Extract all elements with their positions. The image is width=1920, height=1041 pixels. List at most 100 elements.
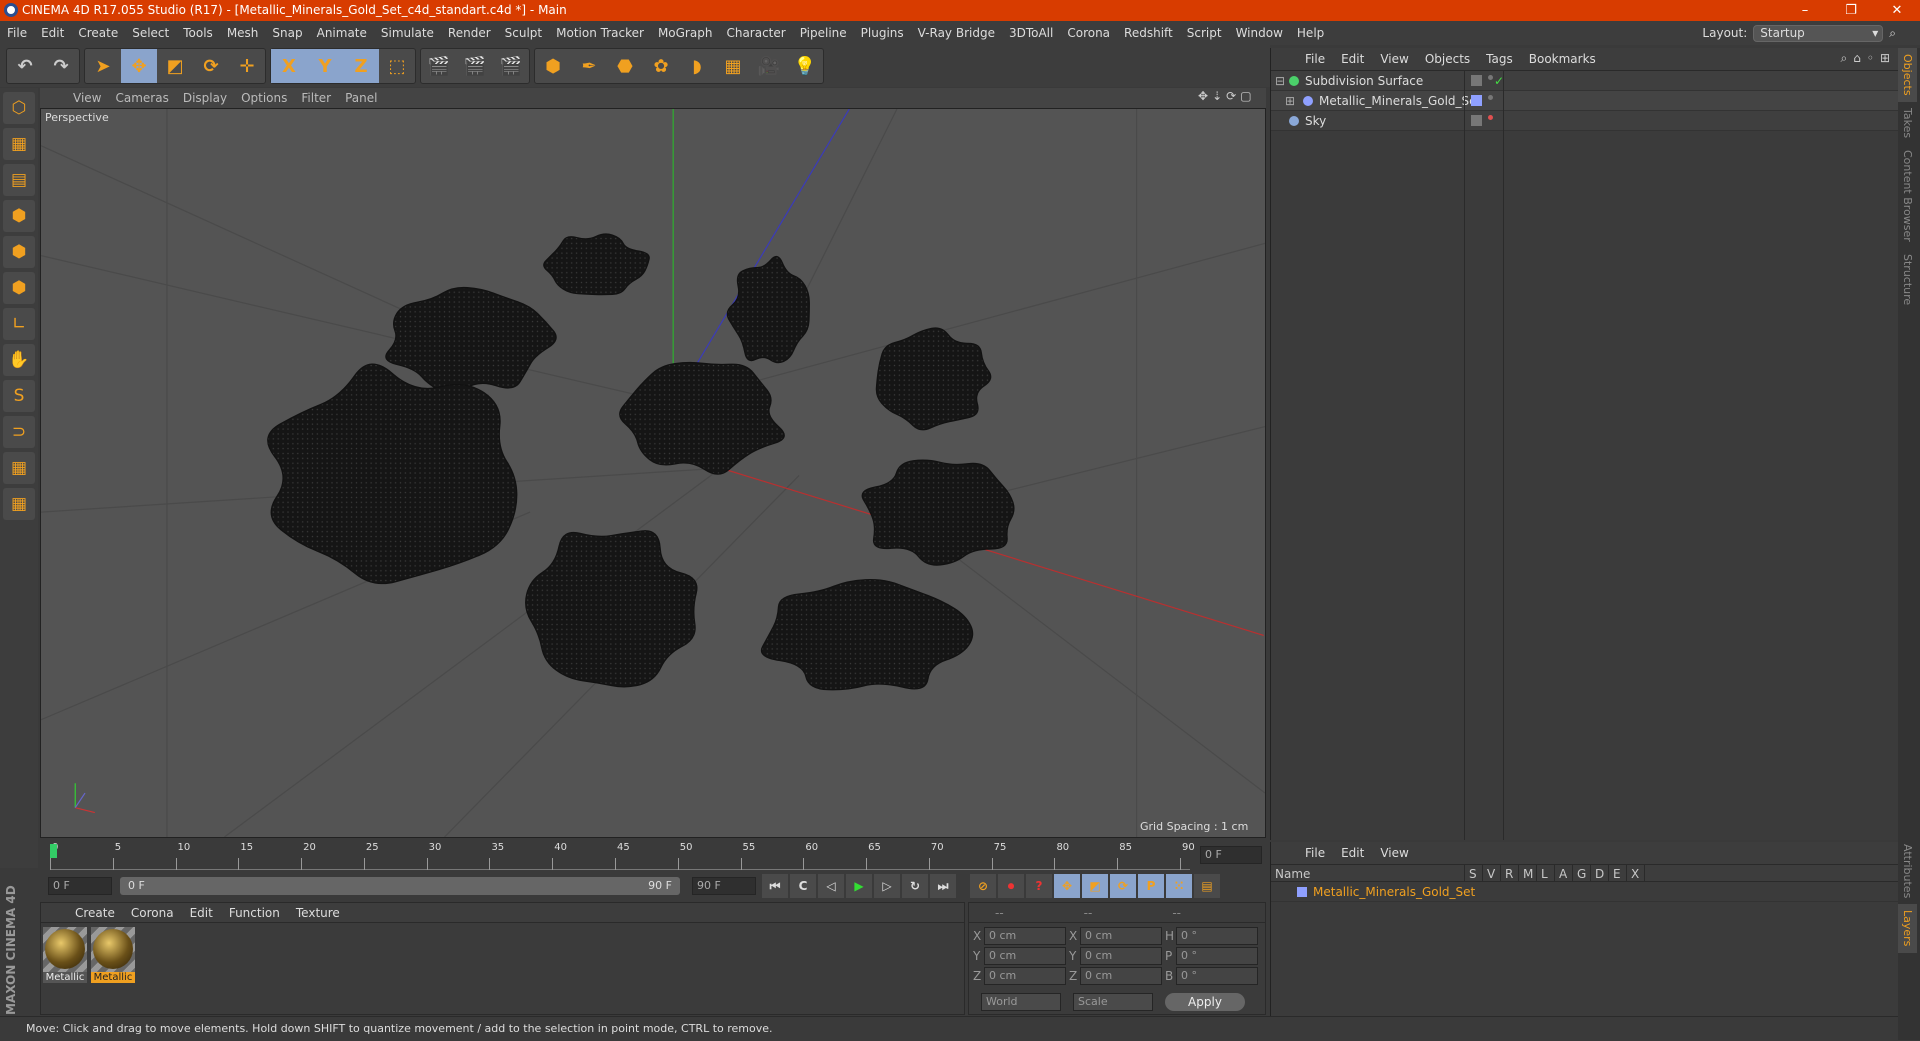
left-tool-icon[interactable]: ▦	[3, 488, 35, 520]
layer-row[interactable]: Metallic_Minerals_Gold_Set	[1271, 882, 1898, 902]
render-settings-icon[interactable]: 🎬	[493, 49, 529, 83]
minimize-button[interactable]: –	[1782, 0, 1828, 21]
transport-button[interactable]: ↻	[902, 874, 928, 898]
coord-field[interactable]: 0 cm	[984, 967, 1066, 985]
mineral-rock-mesh[interactable]	[543, 233, 650, 296]
menu-sculpt[interactable]: Sculpt	[498, 26, 549, 40]
left-tool-icon[interactable]: ⬢	[3, 236, 35, 268]
layer-menu-file[interactable]: File	[1297, 846, 1333, 860]
material-menu-texture[interactable]: Texture	[288, 906, 348, 920]
layer-name[interactable]: Metallic_Minerals_Gold_Set	[1313, 882, 1475, 902]
left-tool-icon[interactable]: ⬢	[3, 272, 35, 304]
left-tool-icon[interactable]: ∟	[3, 308, 35, 340]
object-menu-bookmarks[interactable]: Bookmarks	[1521, 52, 1604, 66]
animation-tool-button[interactable]: ◩	[1082, 874, 1108, 898]
menu-character[interactable]: Character	[719, 26, 792, 40]
left-tool-icon[interactable]: ✋	[3, 344, 35, 376]
object-menu-view[interactable]: View	[1372, 52, 1416, 66]
mineral-rock-mesh[interactable]	[726, 255, 810, 364]
layer-column-e[interactable]: E	[1609, 865, 1627, 881]
coord-field[interactable]: 0 cm	[1080, 947, 1162, 965]
render-picture-viewer-icon[interactable]: 🎬	[457, 49, 493, 83]
expand-icon[interactable]: ⊟	[1275, 71, 1285, 91]
mineral-rock-mesh[interactable]	[875, 327, 992, 431]
coord-field[interactable]: 0 °	[1176, 967, 1258, 985]
range-slider[interactable]: 0 F 90 F	[120, 877, 680, 895]
object-row[interactable]: Sky	[1271, 111, 1898, 131]
coordinate-system-icon[interactable]: ⬚	[379, 49, 415, 83]
animation-tool-button[interactable]: P	[1138, 874, 1164, 898]
transport-button[interactable]: ▷	[874, 874, 900, 898]
left-tool-icon[interactable]: ⊃	[3, 416, 35, 448]
menu-redshift[interactable]: Redshift	[1117, 26, 1180, 40]
left-tool-icon[interactable]: ⬡	[3, 92, 35, 124]
material-menu-corona[interactable]: Corona	[123, 906, 182, 920]
visibility-dots[interactable]	[1488, 75, 1493, 80]
side-tab-attributes[interactable]: Attributes	[1898, 838, 1917, 904]
viewport-menu-panel[interactable]: Panel	[338, 91, 384, 105]
new-window-icon[interactable]: ⊞	[1880, 51, 1890, 66]
animation-tool-button[interactable]: ▤	[1194, 874, 1220, 898]
menu-render[interactable]: Render	[441, 26, 498, 40]
menu-3dtoall[interactable]: 3DToAll	[1002, 26, 1060, 40]
cube-icon[interactable]: ⬢	[535, 49, 571, 83]
side-tab-content-browser[interactable]: Content Browser	[1898, 144, 1917, 248]
mineral-rock-mesh[interactable]	[385, 286, 557, 395]
render-view-icon[interactable]: 🎬	[421, 49, 457, 83]
menu-select[interactable]: Select	[125, 26, 176, 40]
layer-column-d[interactable]: D	[1591, 865, 1609, 881]
expand-icon[interactable]: ⊞	[1285, 91, 1295, 111]
layer-menu-edit[interactable]: Edit	[1333, 846, 1372, 860]
left-tool-icon[interactable]: ▤	[3, 164, 35, 196]
menu-create[interactable]: Create	[71, 26, 125, 40]
viewport-nav-icon[interactable]: ▢	[1240, 89, 1251, 103]
animation-tool-button[interactable]: ⟳	[1110, 874, 1136, 898]
menu-window[interactable]: Window	[1229, 26, 1290, 40]
side-tab-objects[interactable]: Objects	[1898, 48, 1917, 102]
object-menu-file[interactable]: File	[1297, 52, 1333, 66]
cloner-icon[interactable]: ✿	[643, 49, 679, 83]
viewport-nav-icon[interactable]: ✥	[1198, 89, 1208, 103]
object-menu-tags[interactable]: Tags	[1478, 52, 1521, 66]
move-icon[interactable]: ✥	[121, 49, 157, 83]
layer-color-swatch[interactable]	[1297, 887, 1307, 897]
timeline[interactable]: 051015202530354045505560657075808590 0 F	[40, 842, 1266, 874]
menu-v-ray-bridge[interactable]: V-Ray Bridge	[911, 26, 1002, 40]
object-menu-edit[interactable]: Edit	[1333, 52, 1372, 66]
visibility-dots[interactable]	[1488, 115, 1493, 120]
coord-field[interactable]: 0 cm	[1080, 927, 1162, 945]
side-tab-structure[interactable]: Structure	[1898, 248, 1917, 311]
move-axis-icon[interactable]: ✛	[229, 49, 265, 83]
layer-column-v[interactable]: V	[1483, 865, 1501, 881]
rotate-icon[interactable]: ⟳	[193, 49, 229, 83]
close-button[interactable]: ✕	[1874, 0, 1920, 21]
menu-motion-tracker[interactable]: Motion Tracker	[549, 26, 651, 40]
layer-menu-view[interactable]: View	[1372, 846, 1416, 860]
visibility-dots[interactable]	[1488, 95, 1493, 100]
viewport-nav-icon[interactable]: ⇣	[1212, 89, 1222, 103]
start-frame-field[interactable]: 0 F	[48, 877, 112, 895]
viewport-perspective[interactable]	[40, 108, 1266, 838]
viewport-menu-filter[interactable]: Filter	[294, 91, 338, 105]
camera-icon[interactable]: 🎥	[751, 49, 787, 83]
transport-button[interactable]: ◁	[818, 874, 844, 898]
material-menu-create[interactable]: Create	[67, 906, 123, 920]
pen-icon[interactable]: ✒	[571, 49, 607, 83]
x-axis-icon[interactable]: X	[271, 49, 307, 83]
layer-column-name[interactable]: Name	[1271, 865, 1465, 881]
left-tool-icon[interactable]: S	[3, 380, 35, 412]
menu-mograph[interactable]: MoGraph	[651, 26, 720, 40]
coord-field[interactable]: 0 °	[1176, 927, 1258, 945]
layer-column-m[interactable]: M	[1519, 865, 1537, 881]
coordinate-mode-dropdown[interactable]: World	[981, 993, 1061, 1011]
layer-column-r[interactable]: R	[1501, 865, 1519, 881]
menu-tools[interactable]: Tools	[176, 26, 220, 40]
maximize-button[interactable]: ❐	[1828, 0, 1874, 21]
layer-column-g[interactable]: G	[1573, 865, 1591, 881]
viewport-nav-icon[interactable]: ⟳	[1226, 89, 1236, 103]
menu-script[interactable]: Script	[1180, 26, 1229, 40]
menu-edit[interactable]: Edit	[34, 26, 71, 40]
menu-file[interactable]: File	[0, 26, 34, 40]
viewport-menu-options[interactable]: Options	[234, 91, 294, 105]
side-tab-takes[interactable]: Takes	[1898, 102, 1917, 144]
